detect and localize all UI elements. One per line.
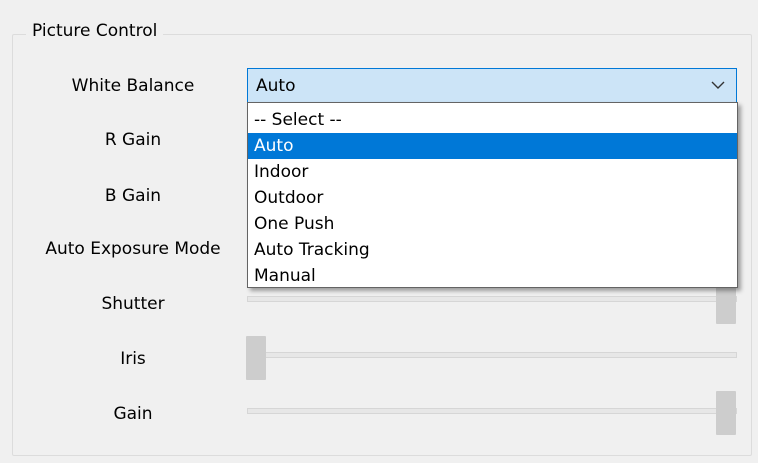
white-balance-combobox[interactable]: Auto xyxy=(247,68,737,103)
dropdown-option-auto-tracking[interactable]: Auto Tracking xyxy=(248,237,737,263)
group-title: Picture Control xyxy=(26,19,164,43)
iris-slider-track[interactable] xyxy=(247,352,737,358)
chevron-down-icon[interactable] xyxy=(710,77,726,93)
gain-label: Gain xyxy=(113,404,153,424)
shutter-label: Shutter xyxy=(101,294,165,314)
dropdown-option-indoor[interactable]: Indoor xyxy=(248,159,737,185)
white-balance-dropdown-list: -- Select -- Auto Indoor Outdoor One Pus… xyxy=(247,102,738,288)
dropdown-option-one-push[interactable]: One Push xyxy=(248,211,737,237)
iris-label: Iris xyxy=(120,349,146,369)
gain-slider-track[interactable] xyxy=(247,408,737,414)
dropdown-option-manual[interactable]: Manual xyxy=(248,263,737,289)
iris-slider-thumb[interactable] xyxy=(246,336,266,380)
shutter-slider-track[interactable] xyxy=(247,296,737,302)
auto-exposure-mode-label: Auto Exposure Mode xyxy=(45,239,221,259)
b-gain-label: B Gain xyxy=(104,186,162,206)
dropdown-option-auto[interactable]: Auto xyxy=(248,133,737,159)
dropdown-option-outdoor[interactable]: Outdoor xyxy=(248,185,737,211)
white-balance-label: White Balance xyxy=(71,76,195,96)
dropdown-option-select[interactable]: -- Select -- xyxy=(248,107,737,133)
white-balance-selected-value: Auto xyxy=(256,76,296,96)
r-gain-label: R Gain xyxy=(104,130,162,150)
gain-slider-thumb[interactable] xyxy=(716,391,736,435)
